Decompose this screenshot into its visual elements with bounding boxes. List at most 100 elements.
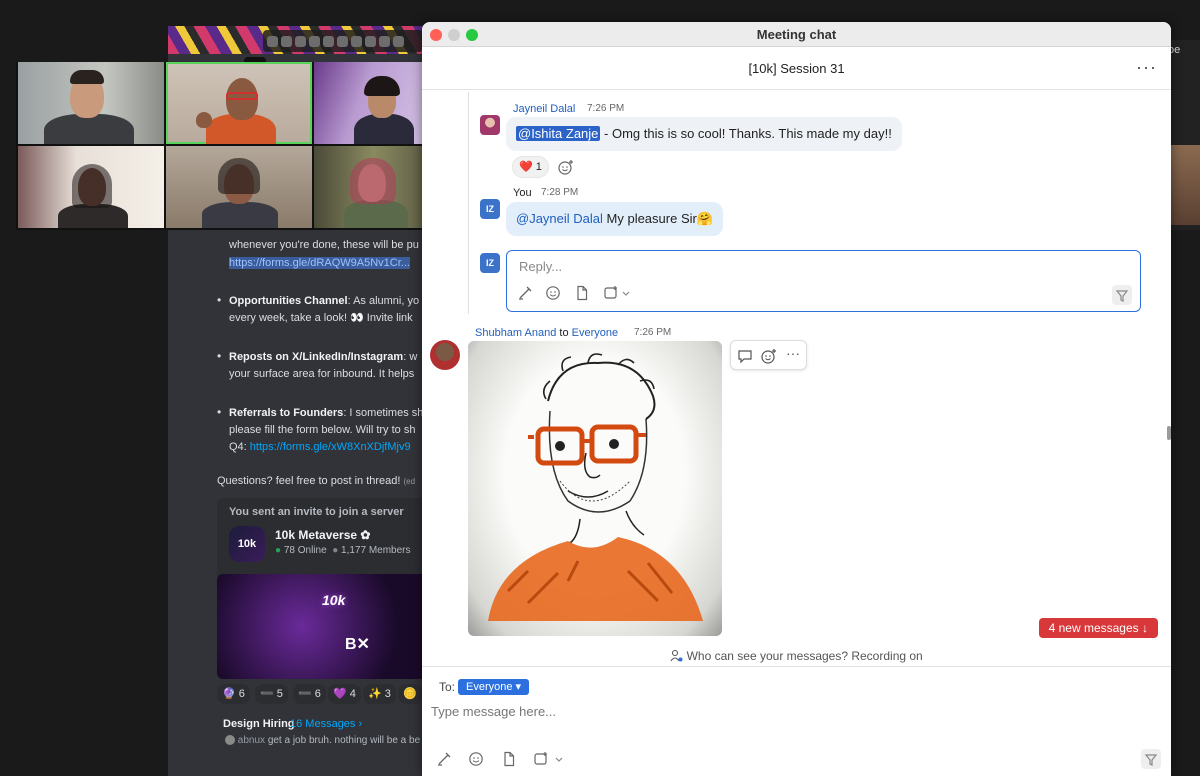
caricature-sketch [488, 353, 703, 621]
recipient-name[interactable]: Everyone [572, 327, 618, 339]
chevron-down-icon[interactable] [621, 285, 631, 301]
add-reaction-icon[interactable] [558, 159, 574, 175]
server-icon: 10k [229, 526, 265, 562]
video-gallery [16, 62, 432, 230]
privacy-notice[interactable]: Who can see your messages? Recording on [422, 646, 1171, 666]
add-reaction-icon[interactable] [761, 348, 777, 364]
participant-video[interactable] [18, 146, 164, 228]
reaction-pill[interactable]: 🪙 [398, 684, 422, 704]
more-icon[interactable]: ··· [1136, 57, 1157, 78]
screenshot-icon[interactable] [533, 751, 549, 767]
server-banner-image: 10k B✕ [217, 574, 428, 679]
message-text: - Omg this is so cool! Thanks. This made… [600, 126, 892, 141]
announcement-line: every week, take a look! 👀 Invite link [229, 312, 413, 324]
announcement-link[interactable]: https://forms.gle/dRAQW9A5Nv1Cr... [229, 256, 410, 270]
reply-placeholder[interactable]: Reply... [519, 259, 562, 274]
participant-video[interactable] [166, 146, 312, 228]
thread-preview: abnux get a job bruh. nothing will be a … [225, 735, 420, 746]
participant-video-partial [1170, 145, 1200, 225]
announcement-line: Q4: https://forms.gle/xW8XnXDjfMjv9 [229, 441, 411, 453]
sender-name[interactable]: Shubham Anand [475, 327, 556, 339]
message-actions: ··· [730, 340, 807, 370]
banner-logo: 10k [322, 592, 346, 608]
reaction-pill[interactable]: ➖ 5 [255, 684, 288, 704]
people-lock-icon [670, 649, 683, 662]
new-messages-button[interactable]: 4 new messages ↓ [1038, 618, 1158, 638]
message-time: 7:28 PM [541, 187, 579, 198]
participant-video[interactable] [18, 62, 164, 144]
format-icon[interactable] [436, 751, 452, 767]
send-icon[interactable] [1141, 749, 1161, 769]
sender-line: Shubham Anand to Everyone [475, 327, 618, 339]
file-icon[interactable] [501, 751, 517, 767]
announcement-line: your surface area for inbound. It helps [229, 368, 415, 380]
avatar: IZ [480, 253, 500, 273]
mention[interactable]: @Ishita Zanje [516, 126, 601, 141]
members-dot-icon: ● [332, 545, 339, 556]
recipient-select[interactable]: Everyone ▾ [458, 679, 530, 695]
message-bubble[interactable]: @Ishita Zanje - Omg this is so cool! Tha… [506, 117, 902, 151]
reply-input[interactable]: Reply... [506, 250, 1141, 312]
sender-name[interactable]: Jayneil Dalal [513, 103, 575, 115]
participant-video[interactable] [314, 62, 432, 144]
thread-title[interactable]: Design Hiring [223, 718, 295, 730]
reaction-pill[interactable]: ❤️ 1 [512, 156, 549, 178]
message-time: 7:26 PM [634, 327, 672, 338]
image-attachment[interactable] [468, 341, 722, 636]
emoji-icon[interactable] [545, 285, 561, 301]
chat-header: [10k] Session 31 ··· [422, 47, 1171, 90]
meeting-chat-window: Meeting chat [10k] Session 31 ··· Jaynei… [422, 22, 1171, 776]
message-bubble[interactable]: @Jayneil Dalal My pleasure Sir🤗 [506, 202, 724, 236]
announcement-line: Questions? feel free to post in thread! … [217, 475, 416, 487]
invite-heading: You sent an invite to join a server [229, 506, 404, 518]
form-link[interactable]: https://forms.gle/xW8XnXDjfMjv9 [250, 441, 411, 453]
announcement-line: Opportunities Channel: As alumni, yo [229, 295, 420, 307]
message-input[interactable] [431, 701, 1151, 721]
window-title: Meeting chat [756, 27, 837, 42]
format-icon[interactable] [517, 285, 533, 301]
more-icon[interactable]: ··· [786, 345, 800, 361]
browser-extension-toolbar [263, 30, 423, 52]
avatar[interactable]: IZ [480, 199, 500, 219]
chat-name: [10k] Session 31 [748, 61, 845, 76]
chevron-down-icon[interactable] [554, 751, 564, 767]
avatar[interactable] [480, 115, 500, 135]
reaction-pill[interactable]: 🔮 6 [217, 684, 250, 704]
bullet: • [217, 293, 222, 307]
reply-thread-icon[interactable] [737, 348, 753, 364]
announcement-line: please fill the form below. Will try to … [229, 424, 416, 436]
banner-mark: B✕ [345, 636, 370, 653]
emoji-icon[interactable] [468, 751, 484, 767]
participant-video-active-speaker[interactable] [166, 62, 312, 144]
verified-icon: ✿ [360, 528, 371, 542]
server-stats: ● 78 Online ● 1,177 Members [275, 545, 411, 556]
screenshot-icon[interactable] [603, 285, 619, 301]
message-composer: To: Everyone ▾ [422, 666, 1171, 776]
caret-down-icon: ▾ [515, 681, 522, 693]
send-icon[interactable] [1112, 285, 1132, 305]
thread-connector [468, 92, 469, 314]
announcement-line: Reposts on X/LinkedIn/Instagram: w [229, 351, 418, 363]
reaction-pill[interactable]: ✨ 3 [363, 684, 396, 704]
scrollbar-thumb[interactable] [1167, 426, 1171, 440]
bullet: • [217, 405, 222, 419]
announcement-line: whenever you're done, these will be pu [229, 239, 419, 251]
server-name: 10k Metaverse ✿ [275, 528, 371, 542]
file-icon[interactable] [574, 285, 590, 301]
avatar[interactable] [430, 340, 460, 370]
to-label: To: [439, 680, 456, 694]
reaction-pill[interactable]: 💜 4 [328, 684, 361, 704]
to-label: to [559, 327, 569, 339]
online-dot-icon: ● [275, 545, 282, 556]
participant-video[interactable] [314, 146, 432, 228]
message-time: 7:26 PM [587, 103, 625, 114]
mention[interactable]: @Jayneil Dalal [516, 211, 603, 226]
reaction-count: 1 [535, 161, 542, 173]
window-titlebar: Meeting chat [422, 22, 1171, 47]
reaction-pill[interactable]: ➖ 6 [293, 684, 326, 704]
bullet: • [217, 349, 222, 363]
announcement-line: Referrals to Founders: I sometimes sh [229, 407, 424, 419]
heart-icon: ❤️ [519, 161, 533, 173]
thread-count[interactable]: 16 Messages › [290, 718, 362, 730]
sender-name: You [513, 187, 532, 199]
